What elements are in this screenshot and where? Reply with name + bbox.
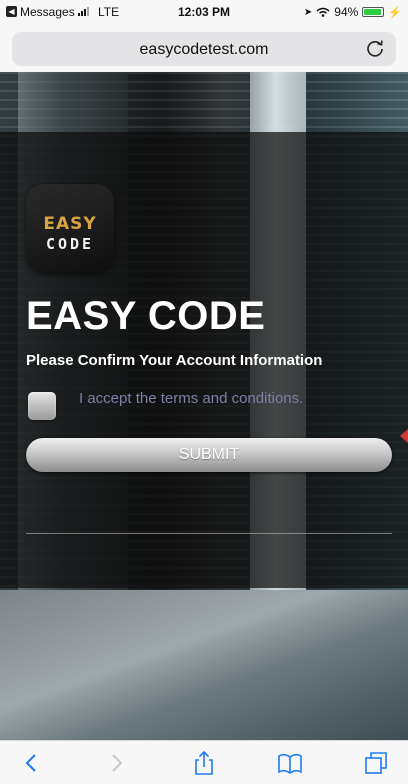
- browser-address-area: easycodetest.com: [0, 24, 408, 72]
- terms-checkbox[interactable]: [28, 392, 56, 420]
- charging-icon: ⚡: [388, 6, 402, 19]
- bookmarks-icon[interactable]: [276, 749, 304, 777]
- battery-percent: 94%: [334, 5, 359, 19]
- reload-icon[interactable]: [364, 37, 386, 59]
- battery-fill: [364, 9, 382, 15]
- edge-marker-icon: [400, 429, 408, 443]
- address-bar[interactable]: easycodetest.com: [12, 32, 396, 66]
- submit-button[interactable]: SUBMIT: [26, 438, 392, 472]
- location-icon: ➤: [303, 6, 313, 18]
- app-logo: EASY CODE: [26, 184, 114, 272]
- page-title: EASY CODE: [26, 294, 266, 338]
- tabs-icon[interactable]: [362, 749, 390, 777]
- page-subtitle: Please Confirm Your Account Information: [26, 352, 323, 369]
- forward-icon[interactable]: [102, 749, 130, 777]
- background-ground: [0, 590, 408, 740]
- logo-text-easy: EASY: [43, 214, 97, 234]
- browser-toolbar: [0, 740, 408, 784]
- phone-screen: ◀ Messages LTE 12:03 PM ➤ 94% ⚡ easycode…: [0, 0, 408, 784]
- back-icon[interactable]: [18, 749, 46, 777]
- status-bar: ◀ Messages LTE 12:03 PM ➤ 94% ⚡: [0, 0, 408, 24]
- divider: [26, 533, 392, 534]
- share-icon[interactable]: [190, 749, 218, 777]
- terms-label[interactable]: I accept the terms and conditions.: [79, 390, 303, 407]
- logo-text-code: CODE: [45, 235, 95, 253]
- battery-icon: [362, 7, 385, 17]
- status-right-group: ➤ 94% ⚡: [304, 5, 402, 19]
- web-content: EASY CODE EASY CODE Please Confirm Your …: [0, 72, 408, 740]
- wifi-icon: [316, 7, 330, 17]
- url-text: easycodetest.com: [139, 41, 269, 58]
